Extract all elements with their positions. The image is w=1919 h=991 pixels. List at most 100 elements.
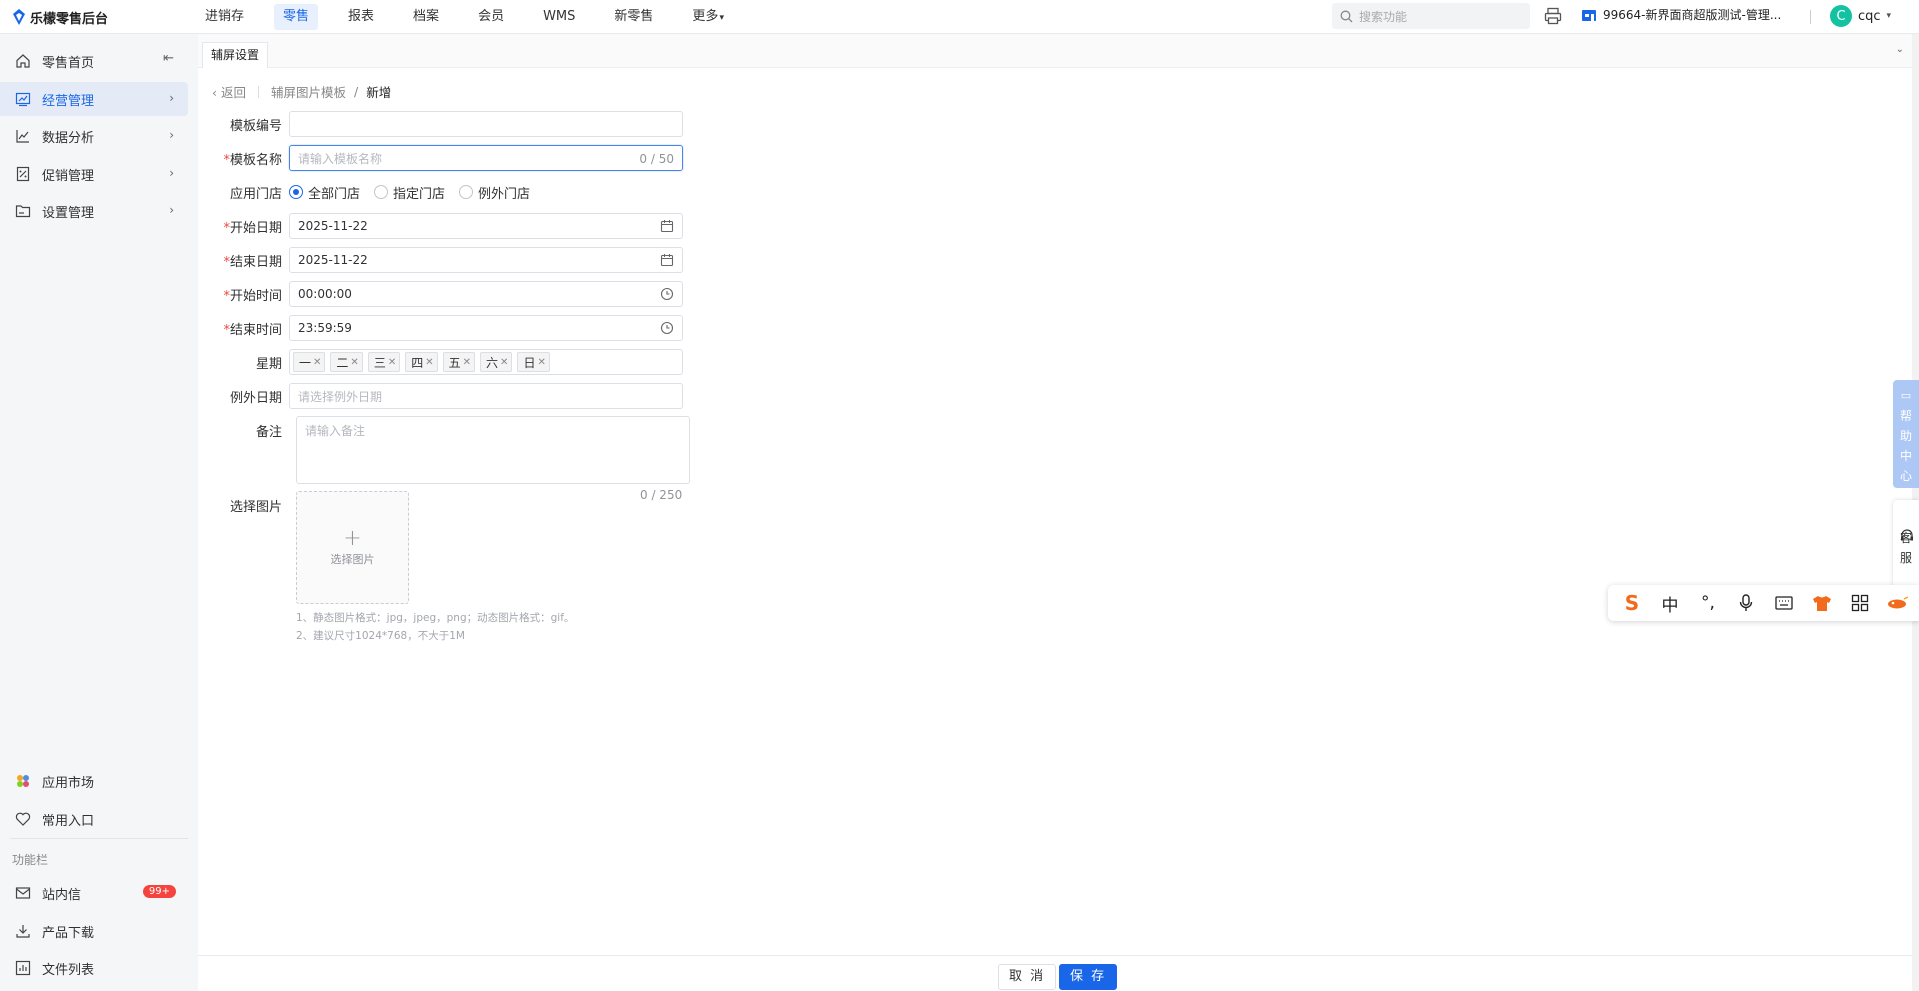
tag-label: 四 bbox=[411, 355, 424, 370]
sidebar-item-settings[interactable]: 设置管理 › bbox=[0, 194, 188, 228]
close-icon[interactable]: ✕ bbox=[313, 357, 321, 368]
except-dates-picker[interactable]: 请选择例外日期 bbox=[289, 383, 683, 409]
radio-label: 指定门店 bbox=[393, 186, 446, 202]
sidebar-item-favorites[interactable]: 常用入口 bbox=[0, 802, 188, 836]
template-no-field[interactable] bbox=[289, 111, 683, 137]
remark-textarea[interactable]: 请输入备注 bbox=[296, 416, 690, 484]
save-button[interactable]: 保 存 bbox=[1059, 964, 1118, 990]
sidebar-item-label: 促销管理 bbox=[42, 168, 95, 184]
close-icon[interactable]: ✕ bbox=[425, 357, 433, 368]
close-icon[interactable]: ✕ bbox=[388, 357, 396, 368]
store-radio-group: 全部门店 指定门店 例外门店 bbox=[289, 183, 530, 202]
form-row-stores: 应用门店 全部门店 指定门店 例外门店 bbox=[212, 179, 530, 205]
printer-icon[interactable] bbox=[1543, 6, 1563, 26]
sogou-logo-icon[interactable]: S bbox=[1620, 591, 1644, 615]
topnav-item-archives[interactable]: 档案 bbox=[404, 4, 448, 30]
sidebar-item-promotion[interactable]: 促销管理 › bbox=[0, 157, 188, 191]
microphone-icon[interactable] bbox=[1734, 591, 1758, 615]
heart-icon bbox=[14, 810, 32, 828]
radio-excluded-stores[interactable]: 例外门店 bbox=[459, 183, 530, 202]
field-label-text: 模板名称 bbox=[229, 152, 282, 168]
plus-icon: + bbox=[343, 525, 362, 551]
close-icon[interactable]: ✕ bbox=[500, 357, 508, 368]
upload-hint: 2、建议尺寸1024*768，不大于1M bbox=[296, 630, 465, 642]
grid-menu-icon[interactable] bbox=[1848, 591, 1872, 615]
back-label: 返回 bbox=[220, 85, 246, 100]
calendar-icon bbox=[660, 254, 674, 267]
weekday-tag: 三 ✕ bbox=[367, 352, 401, 372]
sidebar-item-business[interactable]: 经营管理 › bbox=[0, 82, 188, 116]
weekday-tag: 四 ✕ bbox=[405, 352, 438, 372]
cancel-button[interactable]: 取 消 bbox=[998, 964, 1057, 990]
line-chart-icon bbox=[14, 127, 32, 145]
topnav-item-inventory[interactable]: 进销存 bbox=[196, 4, 253, 30]
field-label: 模板编号 bbox=[229, 118, 282, 134]
app-market-icon bbox=[14, 772, 32, 790]
sidebar-item-retail-home[interactable]: 零售首页 ⇤ bbox=[0, 44, 188, 78]
image-upload-button[interactable]: + 选择图片 bbox=[296, 491, 409, 604]
form-row-start-date: *开始日期 2025-11-22 bbox=[212, 213, 683, 239]
radio-specified-stores[interactable]: 指定门店 bbox=[374, 183, 445, 202]
help-center-button[interactable]: ▭ 帮 助 中 心 bbox=[1893, 380, 1919, 488]
char-count: 0 / 50 bbox=[639, 152, 674, 166]
tab-secondary-screen-settings[interactable]: 辅屏设置 bbox=[202, 42, 269, 68]
form-row-weekdays: 星期 一 ✕ 二 ✕ 三 ✕ 四 ✕ 五 ✕ 六 ✕ 日 ✕ bbox=[212, 349, 683, 375]
ime-language-toggle[interactable]: 中 bbox=[1658, 591, 1682, 616]
sidebar-item-messages[interactable]: 站内信 99+ bbox=[0, 876, 188, 910]
keyboard-icon[interactable] bbox=[1772, 591, 1796, 615]
collapse-sidebar-icon[interactable]: ⇤ bbox=[163, 51, 174, 66]
end-time-picker[interactable]: 23:59:59 bbox=[289, 315, 683, 341]
placeholder: 请选择例外日期 bbox=[298, 389, 383, 404]
field-label-text: 结束日期 bbox=[229, 254, 282, 270]
weekday-select[interactable]: 一 ✕ 二 ✕ 三 ✕ 四 ✕ 五 ✕ 六 ✕ 日 ✕ bbox=[289, 349, 683, 375]
start-date-picker[interactable]: 2025-11-22 bbox=[289, 213, 683, 239]
app-logo[interactable]: 乐檬零售后台 bbox=[12, 7, 108, 27]
end-date-picker[interactable]: 2025-11-22 bbox=[289, 247, 683, 273]
field-label: 备注 bbox=[255, 424, 282, 440]
help-char: 帮 bbox=[1899, 409, 1912, 423]
skin-icon[interactable] bbox=[1810, 591, 1834, 615]
form-row-start-time: *开始时间 00:00:00 bbox=[212, 281, 683, 307]
chevron-down-icon[interactable]: ⌄ bbox=[1896, 44, 1904, 55]
user-menu[interactable]: C cqc ▾ bbox=[1830, 5, 1891, 27]
chevron-down-icon: ▾ bbox=[1886, 11, 1892, 21]
sidebar-item-data-analysis[interactable]: 数据分析 › bbox=[0, 119, 188, 153]
placeholder: 请输入备注 bbox=[305, 424, 366, 438]
customer-service-button[interactable]: 客 服 bbox=[1893, 500, 1919, 588]
topnav-item-wms[interactable]: WMS bbox=[534, 4, 584, 30]
topnav-item-members[interactable]: 会员 bbox=[469, 4, 513, 30]
char-count: 0 / 250 bbox=[640, 488, 683, 502]
tag-label: 一 bbox=[299, 355, 312, 370]
sidebar-item-label: 产品下载 bbox=[42, 925, 95, 941]
start-time-picker[interactable]: 00:00:00 bbox=[289, 281, 683, 307]
sidebar-item-app-market[interactable]: 应用市场 bbox=[0, 764, 188, 798]
topnav-item-retail[interactable]: 零售 bbox=[274, 4, 319, 30]
mascot-icon[interactable] bbox=[1886, 591, 1910, 615]
sidebar-item-files[interactable]: 文件列表 bbox=[0, 951, 188, 985]
close-icon[interactable]: ✕ bbox=[537, 357, 545, 368]
topnav-item-more[interactable]: 更多 bbox=[683, 4, 733, 30]
ime-punctuation-toggle[interactable]: °, bbox=[1696, 591, 1720, 615]
back-link[interactable]: ‹ 返回 bbox=[212, 82, 246, 101]
breadcrumb-current: 新增 bbox=[366, 85, 392, 100]
template-name-input[interactable]: 请输入模板名称 0 / 50 bbox=[289, 145, 683, 171]
topnav-item-new-retail[interactable]: 新零售 bbox=[605, 4, 662, 30]
field-label-text: 结束时间 bbox=[229, 322, 282, 338]
download-icon bbox=[14, 922, 32, 940]
search-input[interactable]: 搜索功能 bbox=[1332, 3, 1530, 29]
sidebar-item-label: 设置管理 bbox=[42, 205, 95, 221]
org-name: 99664-新界面商超版测试-管理... bbox=[1603, 8, 1782, 22]
sidebar-item-downloads[interactable]: 产品下载 bbox=[0, 914, 188, 948]
topnav-item-reports[interactable]: 报表 bbox=[339, 4, 383, 30]
breadcrumb-parent[interactable]: 辅屏图片模板 bbox=[271, 82, 346, 101]
org-switcher[interactable]: 99664-新界面商超版测试-管理... bbox=[1581, 6, 1781, 23]
field-value: 2025-11-22 bbox=[298, 219, 368, 233]
field-label-text: 开始日期 bbox=[229, 220, 282, 236]
sidebar-item-label: 文件列表 bbox=[42, 962, 95, 978]
upload-hint: 1、静态图片格式：jpg，jpeg，png；动态图片格式：gif。 bbox=[296, 612, 575, 624]
close-icon[interactable]: ✕ bbox=[463, 357, 471, 368]
weekday-tag: 一 ✕ bbox=[293, 352, 326, 372]
home-icon bbox=[14, 52, 32, 70]
close-icon[interactable]: ✕ bbox=[350, 357, 358, 368]
radio-all-stores[interactable]: 全部门店 bbox=[289, 183, 360, 202]
